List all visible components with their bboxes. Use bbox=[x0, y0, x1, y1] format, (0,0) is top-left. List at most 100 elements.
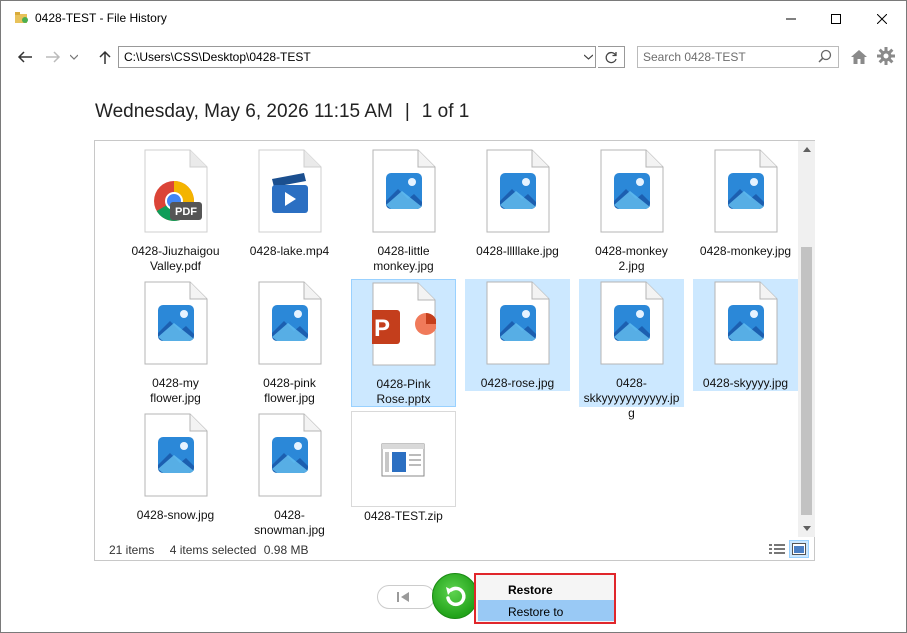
close-button[interactable] bbox=[859, 1, 905, 37]
recent-locations-button[interactable] bbox=[67, 47, 81, 67]
pdf-icon: PDF bbox=[144, 149, 208, 238]
image-icon bbox=[486, 281, 550, 370]
image-icon bbox=[714, 149, 778, 238]
file-item[interactable]: 0428-snowman.jpg bbox=[237, 411, 342, 537]
file-item[interactable]: P 0428-Pink Rose.pptx bbox=[351, 279, 456, 407]
file-name: 0428-lake.mp4 bbox=[249, 244, 330, 258]
file-item[interactable]: 0428-pink flower.jpg bbox=[237, 279, 342, 405]
file-item[interactable]: 0428-TEST.zip bbox=[351, 411, 456, 523]
file-name: 0428-my flower.jpg bbox=[150, 376, 201, 405]
back-button[interactable] bbox=[15, 47, 35, 67]
file-name: 0428-pink flower.jpg bbox=[263, 376, 316, 405]
image-icon bbox=[144, 281, 208, 370]
search-input[interactable]: Search 0428-TEST bbox=[637, 46, 839, 68]
chevron-down-icon bbox=[70, 54, 78, 60]
file-item[interactable]: 0428-snow.jpg bbox=[123, 411, 228, 523]
address-bar[interactable]: C:\Users\CSS\Desktop\0428-TEST bbox=[118, 46, 596, 68]
restore-arrow-icon bbox=[446, 586, 466, 607]
file-name: 0428-TEST.zip bbox=[364, 509, 443, 523]
selection-count: 4 items selected bbox=[169, 543, 257, 557]
window-title: 0428-TEST - File History bbox=[35, 11, 167, 25]
home-icon[interactable] bbox=[850, 48, 868, 66]
image-icon bbox=[258, 413, 322, 502]
file-item[interactable]: 0428-skkyyyyyyyyyyy.jpg bbox=[579, 279, 684, 420]
menu-item-restore[interactable]: Restore bbox=[478, 578, 614, 599]
file-name: 0428-little monkey.jpg bbox=[373, 244, 434, 273]
maximize-button[interactable] bbox=[813, 1, 859, 37]
restore-context-menu: Restore Restore to bbox=[474, 573, 616, 624]
scroll-up-button[interactable] bbox=[798, 141, 815, 158]
image-icon bbox=[372, 149, 436, 238]
search-icon[interactable] bbox=[818, 49, 832, 63]
title-bar: 0428-TEST - File History bbox=[1, 1, 906, 37]
skip-previous-icon bbox=[397, 592, 409, 602]
file-name: 0428-monkey 2.jpg bbox=[595, 244, 668, 273]
up-button[interactable] bbox=[95, 47, 115, 67]
chevron-up-icon bbox=[802, 147, 811, 152]
arrow-right-icon bbox=[46, 51, 61, 63]
backup-date: Wednesday, May 6, 2026 11:15 AM bbox=[95, 101, 393, 122]
file-item[interactable]: 0428-lake.mp4 bbox=[237, 147, 342, 259]
folder-history-icon bbox=[15, 12, 28, 23]
svg-text:P: P bbox=[373, 315, 389, 342]
image-icon bbox=[486, 149, 550, 238]
item-count: 21 items bbox=[109, 543, 155, 557]
details-view-button[interactable] bbox=[767, 540, 787, 558]
file-item[interactable]: 0428-rose.jpg bbox=[465, 279, 570, 391]
svg-text:PDF: PDF bbox=[175, 206, 197, 218]
file-item[interactable]: 0428-little monkey.jpg bbox=[351, 147, 456, 273]
backup-date-header: Wednesday, May 6, 2026 11:15 AM | 1 of 1 bbox=[95, 101, 469, 123]
file-name: 0428-snow.jpg bbox=[136, 508, 215, 522]
gear-icon[interactable] bbox=[877, 47, 895, 65]
menu-item-restore-to[interactable]: Restore to bbox=[478, 600, 614, 621]
maximize-icon bbox=[831, 14, 841, 24]
image-icon bbox=[600, 149, 664, 238]
chevron-down-icon bbox=[802, 526, 811, 531]
large-icons-view-button[interactable] bbox=[789, 540, 809, 558]
refresh-icon bbox=[605, 51, 617, 63]
file-name: 0428-monkey.jpg bbox=[699, 244, 792, 258]
file-item[interactable]: 0428-monkey 2.jpg bbox=[579, 147, 684, 273]
file-name: 0428-skyyyy.jpg bbox=[702, 376, 789, 390]
previous-version-button[interactable] bbox=[377, 585, 435, 609]
file-grid: PDF 0428-Jiuzhaigou Valley.pdf 0428-lake.m… bbox=[95, 141, 798, 537]
status-bar: 21 items 4 items selected 0.98 MB bbox=[109, 543, 320, 557]
zip-icon bbox=[372, 414, 436, 503]
image-icon bbox=[714, 281, 778, 370]
scrollbar-thumb[interactable] bbox=[801, 247, 812, 515]
powerpoint-icon: P bbox=[363, 282, 437, 371]
details-view-icon bbox=[769, 544, 785, 554]
file-name: 0428-skkyyyyyyyyyyy.jpg bbox=[583, 376, 680, 420]
file-name: 0428-rose.jpg bbox=[480, 376, 555, 390]
arrow-left-icon bbox=[17, 51, 32, 63]
page-indicator: 1 of 1 bbox=[421, 101, 470, 122]
scroll-down-button[interactable] bbox=[798, 520, 815, 537]
vertical-scrollbar[interactable] bbox=[798, 141, 815, 537]
file-list-panel: PDF 0428-Jiuzhaigou Valley.pdf 0428-lake.m… bbox=[94, 140, 815, 561]
file-name: 0428-snowman.jpg bbox=[254, 508, 325, 537]
file-item[interactable]: PDF 0428-Jiuzhaigou Valley.pdf bbox=[123, 147, 228, 273]
address-dropdown-button[interactable] bbox=[579, 46, 597, 68]
restore-button[interactable] bbox=[432, 573, 478, 619]
video-icon bbox=[258, 149, 322, 238]
file-item[interactable]: 0428-monkey.jpg bbox=[693, 147, 798, 259]
chevron-down-icon bbox=[583, 54, 593, 60]
forward-button[interactable] bbox=[43, 47, 63, 67]
close-icon bbox=[877, 14, 887, 24]
file-name: 0428-Jiuzhaigou Valley.pdf bbox=[131, 244, 220, 273]
large-icons-view-icon bbox=[792, 543, 806, 555]
file-history-window: 0428-TEST - File History C:\Users\CSS\De… bbox=[0, 0, 907, 633]
file-name: 0428-Pink Rose.pptx bbox=[376, 377, 431, 406]
file-item[interactable]: 0428-skyyyy.jpg bbox=[693, 279, 798, 391]
file-item[interactable]: 0428-my flower.jpg bbox=[123, 279, 228, 405]
minimize-button[interactable] bbox=[768, 1, 814, 37]
refresh-button[interactable] bbox=[598, 46, 625, 68]
file-item[interactable]: 0428-lllllake.jpg bbox=[465, 147, 570, 259]
arrow-up-icon bbox=[99, 50, 111, 64]
file-name: 0428-lllllake.jpg bbox=[476, 244, 559, 258]
image-icon bbox=[144, 413, 208, 502]
selection-size: 0.98 MB bbox=[263, 543, 309, 557]
minimize-icon bbox=[786, 18, 796, 20]
image-icon bbox=[258, 281, 322, 370]
image-icon bbox=[600, 281, 664, 370]
